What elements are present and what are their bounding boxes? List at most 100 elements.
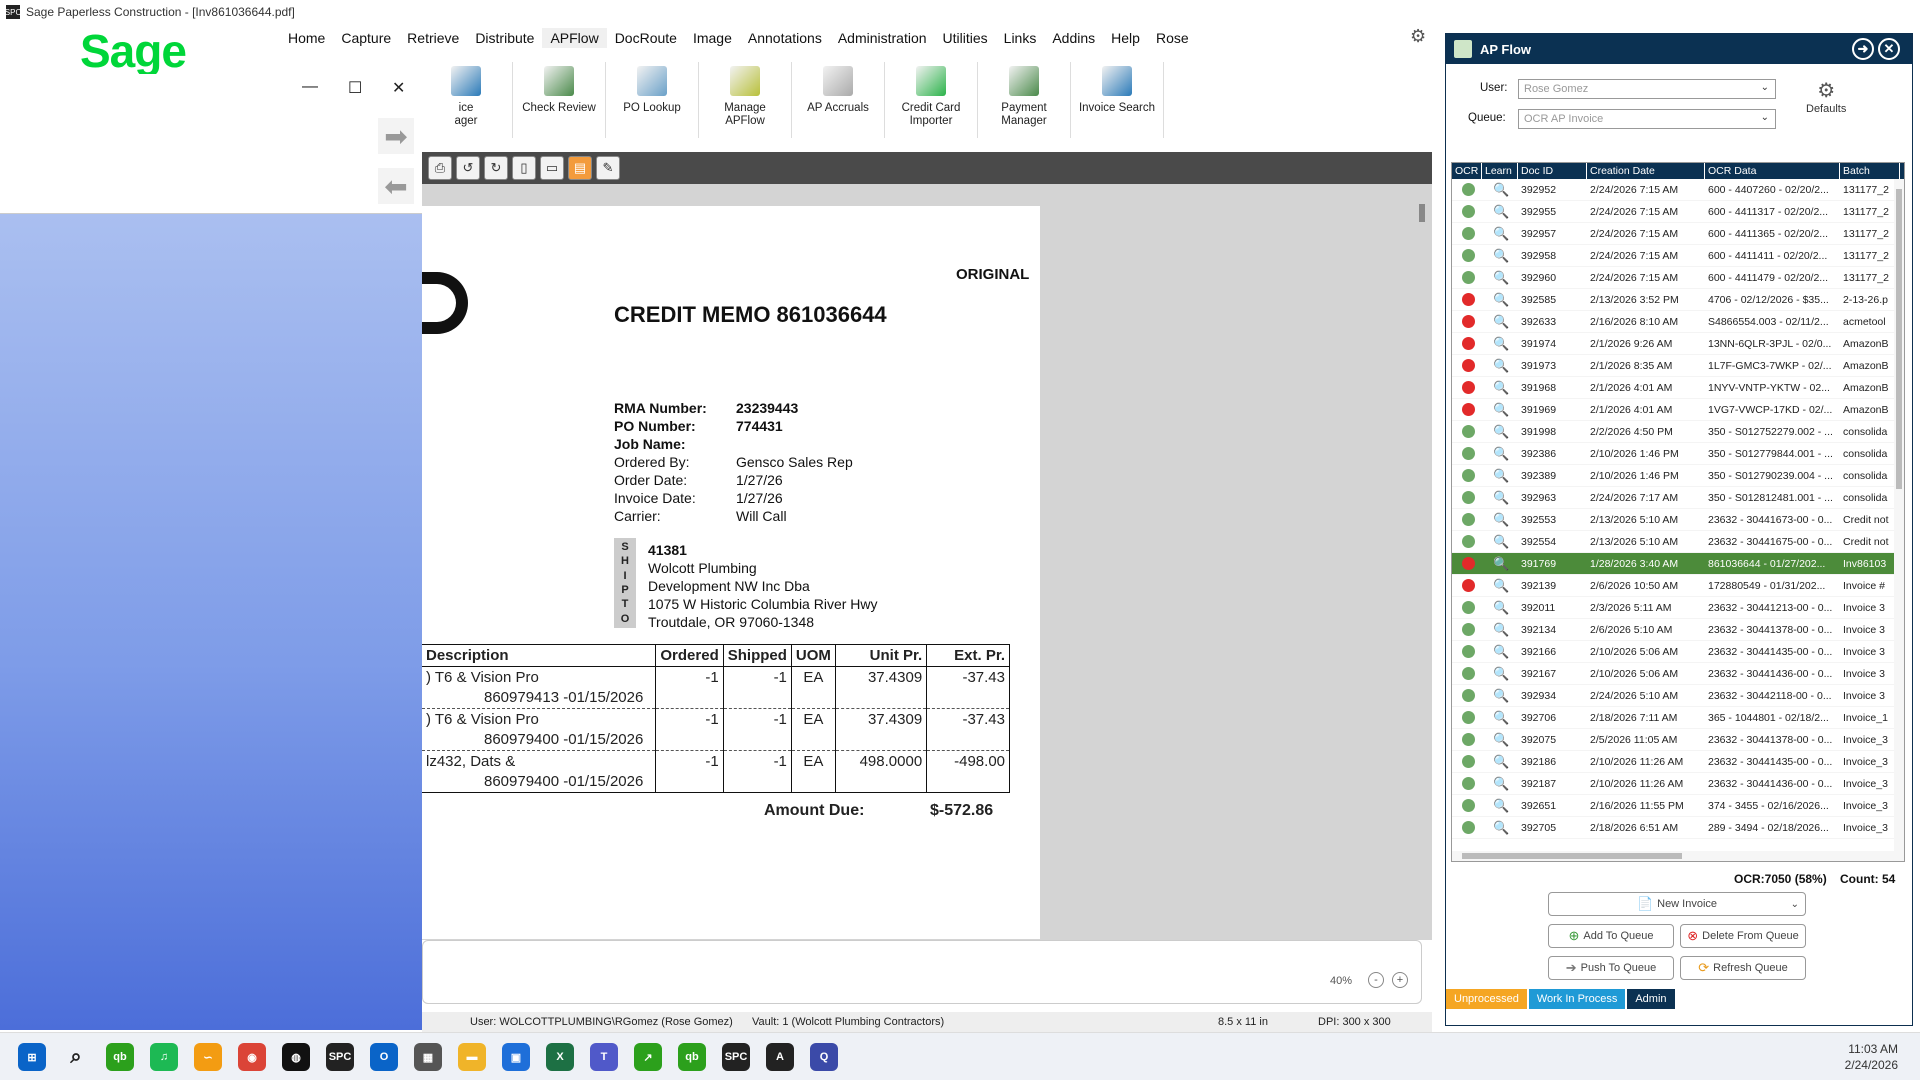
refresh-queue-button[interactable]: ⟳ Refresh Queue [1680,956,1806,980]
grid-row[interactable]: 🔍 391769 1/28/2026 3:40 AM 861036644 - 01/2… [1452,553,1904,575]
magnifier-icon[interactable]: 🔍 [1493,490,1509,506]
magnifier-icon[interactable]: 🔍 [1493,798,1509,814]
rotate-right-icon[interactable]: ↻ [484,156,508,180]
pdf-icon[interactable]: ▤ [568,156,592,180]
queue-select[interactable]: OCR AP Invoice ⌄ [1518,109,1776,129]
add-to-queue-button[interactable]: ⊕ Add To Queue [1548,924,1674,948]
maximize-icon[interactable]: ☐ [348,78,362,98]
learn-cell[interactable]: 🔍 [1482,380,1518,396]
grid-row[interactable]: 🔍 392963 2/24/2026 7:17 AM 350 - S012812481… [1452,487,1904,509]
search-icon[interactable]: ⌕ [62,1043,90,1071]
spc-app-icon[interactable]: SPC [326,1043,354,1071]
grid-row[interactable]: 🔍 392958 2/24/2026 7:15 AM 600 - 4411411 - … [1452,245,1904,267]
learn-cell[interactable]: 🔍 [1482,204,1518,220]
menu-item-home[interactable]: Home [280,28,333,48]
arrow-right-icon[interactable]: ➡ [378,118,414,154]
learn-cell[interactable]: 🔍 [1482,688,1518,704]
learn-cell[interactable]: 🔍 [1482,578,1518,594]
new-invoice-button[interactable]: 📄 New Invoice ⌄ [1548,892,1806,916]
magnifier-icon[interactable]: 🔍 [1493,270,1509,286]
grid-row[interactable]: 🔍 392651 2/16/2026 11:55 PM 374 - 3455 - 02… [1452,795,1904,817]
grid-row[interactable]: 🔍 392934 2/24/2026 5:10 AM 23632 - 30442118… [1452,685,1904,707]
ribbon-button-check-review[interactable]: Check Review [513,62,606,138]
ribbon-button-credit-card-importer[interactable]: Credit Card Importer [885,62,978,138]
magnifier-icon[interactable]: 🔍 [1493,358,1509,374]
magnifier-icon[interactable]: 🔍 [1493,754,1509,770]
magnifier-icon[interactable]: 🔍 [1493,314,1509,330]
learn-cell[interactable]: 🔍 [1482,710,1518,726]
close-panel-icon[interactable]: ✕ [1878,38,1900,60]
grid-row[interactable]: 🔍 392633 2/16/2026 8:10 AM S4866554.003 - 0… [1452,311,1904,333]
magnifier-icon[interactable]: 🔍 [1493,336,1509,352]
forward-icon[interactable]: ➜ [1852,38,1874,60]
grid-row[interactable]: 🔍 391969 2/1/2026 4:01 AM 1VG7-VWCP-17KD - … [1452,399,1904,421]
grid-column-ocr[interactable]: OCR [1452,163,1482,179]
ribbon-button-po-lookup[interactable]: PO Lookup [606,62,699,138]
system-clock[interactable]: 11:03 AM 2/24/2026 [1845,1041,1898,1073]
grid-row[interactable]: 🔍 392389 2/10/2026 1:46 PM 350 - S012790239… [1452,465,1904,487]
grid-row[interactable]: 🔍 391998 2/2/2026 4:50 PM 350 - S012752279.… [1452,421,1904,443]
grid-row[interactable]: 🔍 391973 2/1/2026 8:35 AM 1L7F-GMC3-7WKP - … [1452,355,1904,377]
learn-cell[interactable]: 🔍 [1482,182,1518,198]
menu-item-rose[interactable]: Rose [1148,28,1197,48]
magnifier-icon[interactable]: 🔍 [1493,226,1509,242]
tab-admin[interactable]: Admin [1627,989,1675,1009]
grid-row[interactable]: 🔍 392705 2/18/2026 6:51 AM 289 - 3494 - 02/… [1452,817,1904,839]
learn-cell[interactable]: 🔍 [1482,820,1518,836]
edit-page-icon[interactable]: ✎ [596,156,620,180]
menu-item-utilities[interactable]: Utilities [935,28,996,48]
grid-column-doc-id[interactable]: Doc ID [1518,163,1587,179]
learn-cell[interactable]: 🔍 [1482,644,1518,660]
learn-cell[interactable]: 🔍 [1482,556,1518,572]
quickbooks2-icon[interactable]: qb [678,1043,706,1071]
ribbon-button-ap-accruals[interactable]: AP Accruals [792,62,885,138]
menu-item-administration[interactable]: Administration [830,28,935,48]
quickbooks-icon[interactable]: qb [106,1043,134,1071]
magnifier-icon[interactable]: 🔍 [1493,182,1509,198]
grid-row[interactable]: 🔍 391968 2/1/2026 4:01 AM 1NYV-VNTP-YKTW - … [1452,377,1904,399]
menu-item-apflow[interactable]: APFlow [542,28,607,48]
close-icon[interactable]: ✕ [392,78,405,98]
learn-cell[interactable]: 🔍 [1482,798,1518,814]
ribbon-button-ice-ager[interactable]: ice ager [420,62,513,138]
learn-cell[interactable]: 🔍 [1482,732,1518,748]
grid-row[interactable]: 🔍 392955 2/24/2026 7:15 AM 600 - 4411317 - … [1452,201,1904,223]
grid-vertical-scrollbar[interactable] [1894,179,1904,861]
menu-item-image[interactable]: Image [685,28,740,48]
magnifier-icon[interactable]: 🔍 [1493,710,1509,726]
grid-row[interactable]: 🔍 392952 2/24/2026 7:15 AM 600 - 4407260 - … [1452,179,1904,201]
menu-item-addins[interactable]: Addins [1044,28,1103,48]
basketball-app-icon[interactable]: ◍ [282,1043,310,1071]
page-icon[interactable]: ▯ [512,156,536,180]
magnifier-icon[interactable]: 🔍 [1493,402,1509,418]
grid-row[interactable]: 🔍 392706 2/18/2026 7:11 AM 365 - 1044801 - … [1452,707,1904,729]
magnifier-icon[interactable]: 🔍 [1493,292,1509,308]
grid-column-batch[interactable]: Batch [1840,163,1900,179]
ribbon-button-payment-manager[interactable]: Payment Manager [978,62,1071,138]
magnifier-icon[interactable]: 🔍 [1493,622,1509,638]
learn-cell[interactable]: 🔍 [1482,248,1518,264]
magnifier-icon[interactable]: 🔍 [1493,666,1509,682]
learn-cell[interactable]: 🔍 [1482,336,1518,352]
grid-row[interactable]: 🔍 392167 2/10/2026 5:06 AM 23632 - 30441436… [1452,663,1904,685]
chrome-icon[interactable]: ◉ [238,1043,266,1071]
magnifier-icon[interactable]: 🔍 [1493,578,1509,594]
excel-icon[interactable]: X [546,1043,574,1071]
grid-row[interactable]: 🔍 392139 2/6/2026 10:50 AM 172880549 - 01/3… [1452,575,1904,597]
magnifier-icon[interactable]: 🔍 [1493,732,1509,748]
grid-row[interactable]: 🔍 392186 2/10/2026 11:26 AM 23632 - 3044143… [1452,751,1904,773]
menu-item-docroute[interactable]: DocRoute [607,28,685,48]
zoom-out-button[interactable]: - [1368,972,1384,988]
remote-desktop-icon[interactable]: ▣ [502,1043,530,1071]
print-icon[interactable]: ⎙ [428,156,452,180]
app-swirl-icon[interactable]: ∽ [194,1043,222,1071]
grid-column-creation-date[interactable]: Creation Date [1587,163,1705,179]
grid-horizontal-scrollbar[interactable] [1452,851,1896,861]
learn-cell[interactable]: 🔍 [1482,600,1518,616]
magnifier-icon[interactable]: 🔍 [1493,600,1509,616]
calculator-icon[interactable]: ▦ [414,1043,442,1071]
grid-row[interactable]: 🔍 392553 2/13/2026 5:10 AM 23632 - 30441673… [1452,509,1904,531]
windows-start-icon[interactable]: ⊞ [18,1043,46,1071]
grid-row[interactable]: 🔍 392957 2/24/2026 7:15 AM 600 - 4411365 - … [1452,223,1904,245]
learn-cell[interactable]: 🔍 [1482,446,1518,462]
